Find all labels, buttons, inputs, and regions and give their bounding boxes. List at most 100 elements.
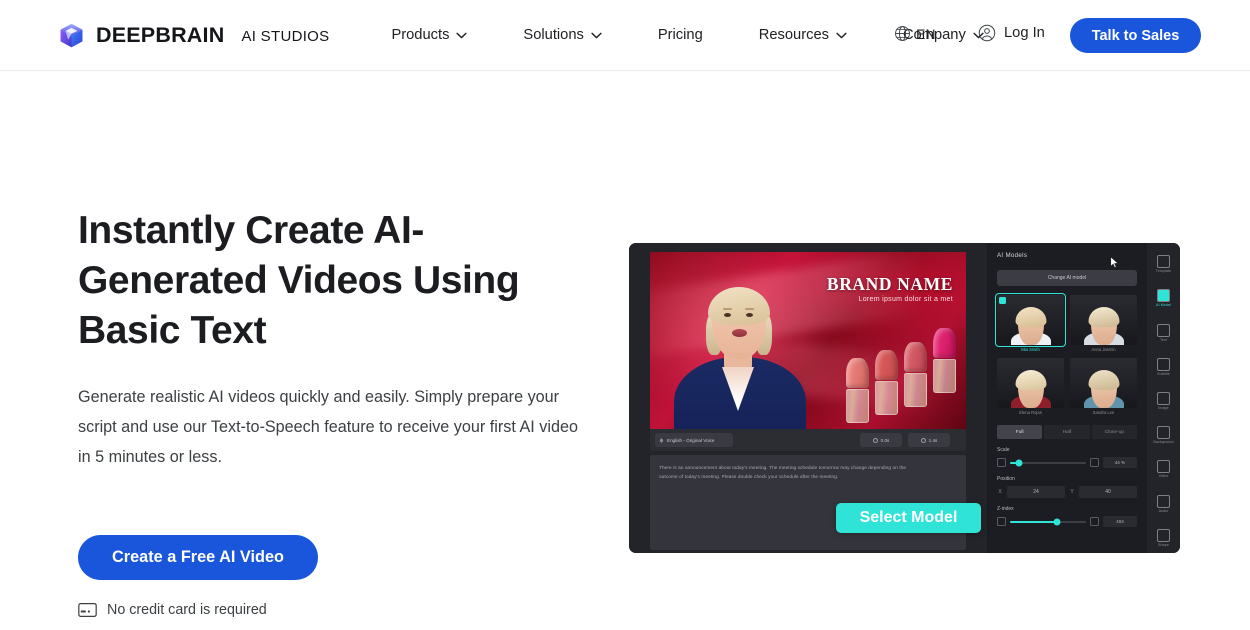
rail-label-subtitle: Subtitle xyxy=(1157,371,1170,376)
editor-canvas-area: BRAND NAME Lorem ipsum dolor sit a met E… xyxy=(629,243,987,553)
brand-logo[interactable]: DEEPBRAIN AI STUDIOS xyxy=(58,22,329,49)
selected-badge-icon xyxy=(999,297,1006,304)
ai-model-name-3: Elena Rojas xyxy=(1019,410,1042,415)
position-y-axis-label: Y xyxy=(1070,489,1074,495)
nav-item-pricing[interactable]: Pricing xyxy=(658,27,703,43)
zindex-slider[interactable] xyxy=(1010,518,1086,525)
ai-avatar-presenter xyxy=(672,263,808,429)
position-y-value[interactable]: 40 xyxy=(1079,486,1137,498)
ai-models-panel: AI Models Change AI model Mia Smith Anna… xyxy=(987,243,1147,553)
brand-subtitle: AI STUDIOS xyxy=(241,27,330,45)
rail-item-text[interactable]: Text xyxy=(1150,317,1177,347)
zindex-lock-icon[interactable] xyxy=(997,517,1006,526)
chevron-down-icon xyxy=(836,32,847,38)
zindex-value[interactable]: 404 xyxy=(1103,516,1137,527)
ai-model-icon xyxy=(1157,289,1170,303)
clock-icon xyxy=(872,437,878,443)
rail-item-background[interactable]: Background xyxy=(1150,420,1177,450)
editor-tool-rail: Template AI Model Text Subtitle Image Ba… xyxy=(1147,243,1180,553)
nav-item-solutions[interactable]: Solutions xyxy=(523,27,602,43)
framing-option-closeup[interactable]: Close-up xyxy=(1091,425,1137,439)
voice-language-label: English - Original Voice xyxy=(667,437,715,443)
ai-model-card-2[interactable]: Anna Jasmin xyxy=(1070,295,1137,352)
rail-item-subtitle[interactable]: Subtitle xyxy=(1150,352,1177,382)
rail-item-ai-model[interactable]: AI Model xyxy=(1150,283,1177,313)
create-free-ai-video-button[interactable]: Create a Free AI Video xyxy=(78,535,318,580)
mouse-cursor-icon xyxy=(1110,256,1119,269)
position-x-value[interactable]: 24 xyxy=(1007,486,1065,498)
rail-label-shape: Shape xyxy=(1158,542,1169,547)
change-ai-model-button[interactable]: Change AI model xyxy=(997,270,1137,286)
no-credit-card-label: No credit card is required xyxy=(107,602,267,618)
headline-line-2: Generated Videos Using xyxy=(78,259,520,302)
globe-icon xyxy=(895,26,910,41)
rail-item-template[interactable]: Template xyxy=(1150,249,1177,279)
hero-subcopy: Generate realistic AI videos quickly and… xyxy=(78,388,578,466)
clip-end-time-label: 1.4s xyxy=(928,437,938,443)
stage-brand-tagline: Lorem ipsum dolor sit a met xyxy=(858,296,953,303)
chevron-down-icon xyxy=(591,32,602,38)
language-label: EN xyxy=(916,25,936,42)
script-line-2: outcome of today's meeting. Please doubl… xyxy=(659,474,839,479)
framing-option-half[interactable]: Half xyxy=(1044,425,1090,439)
clip-start-time-label: 0.0s xyxy=(880,437,890,443)
login-label: Log In xyxy=(1004,25,1045,41)
subtitle-icon xyxy=(1157,357,1170,371)
hero-content: Instantly Create AI- Generated Videos Us… xyxy=(78,206,598,618)
rail-item-audio[interactable]: Audio xyxy=(1150,489,1177,519)
rail-item-video[interactable]: Video xyxy=(1150,454,1177,484)
nav-label-resources: Resources xyxy=(758,27,829,43)
scale-slider[interactable] xyxy=(1010,459,1086,466)
rail-label-text: Text xyxy=(1160,337,1167,342)
template-icon xyxy=(1157,255,1170,269)
lipstick-product xyxy=(875,350,898,415)
headline-line-3: Basic Text xyxy=(78,309,267,352)
product-demo-video[interactable]: BRAND NAME Lorem ipsum dolor sit a met E… xyxy=(629,243,1180,553)
framing-option-full[interactable]: Full xyxy=(997,425,1043,439)
lipstick-product xyxy=(846,358,869,423)
rail-label-template: Template xyxy=(1155,269,1172,274)
ai-model-card-3[interactable]: Elena Rojas xyxy=(997,358,1064,415)
editor-right-panel: AI Models Change AI model Mia Smith Anna… xyxy=(987,243,1180,553)
ai-model-card-4[interactable]: Sandra Lee xyxy=(1070,358,1137,415)
voice-icon xyxy=(659,437,664,443)
stage-toolbar: English - Original Voice 0.0s 1.4s xyxy=(650,429,966,451)
no-credit-card-note: No credit card is required xyxy=(78,602,598,618)
scale-value[interactable]: 44 % xyxy=(1103,457,1137,468)
model-framing-segmented-control: Full Half Close-up xyxy=(997,425,1137,439)
voice-language-pill[interactable]: English - Original Voice xyxy=(655,433,733,447)
position-label: Position xyxy=(997,476,1015,482)
lipstick-product xyxy=(904,342,927,407)
ai-model-name-1: Mia Smith xyxy=(1021,347,1040,352)
clip-start-time-pill[interactable]: 0.0s xyxy=(860,433,902,447)
scale-label: Scale xyxy=(997,447,1010,453)
talk-to-sales-button[interactable]: Talk to Sales xyxy=(1070,18,1201,53)
scale-lock-icon[interactable] xyxy=(997,458,1006,467)
user-circle-icon xyxy=(978,24,996,42)
chevron-down-icon xyxy=(456,32,468,38)
login-button[interactable]: Log In xyxy=(978,24,1045,42)
rail-item-image[interactable]: Image xyxy=(1150,386,1177,416)
ai-model-card-1[interactable]: Mia Smith xyxy=(995,293,1066,352)
ai-model-name-4: Sandra Lee xyxy=(1092,410,1115,415)
clock-icon xyxy=(920,437,926,443)
nav-label-products: Products xyxy=(391,27,450,43)
rail-item-shape[interactable]: Shape xyxy=(1150,523,1177,553)
scale-reset-icon[interactable] xyxy=(1090,458,1099,467)
text-icon xyxy=(1157,323,1170,337)
script-line-1: There is an announcement about today's m… xyxy=(659,465,907,470)
audio-icon xyxy=(1157,494,1170,508)
nav-item-resources[interactable]: Resources xyxy=(759,27,847,43)
nav-item-products[interactable]: Products xyxy=(391,27,468,43)
rail-label-image: Image xyxy=(1158,405,1169,410)
select-model-overlay-button[interactable]: Select Model xyxy=(836,503,981,533)
language-selector[interactable]: EN xyxy=(894,25,935,42)
zindex-reset-icon[interactable] xyxy=(1090,517,1099,526)
clip-end-time-pill[interactable]: 1.4s xyxy=(908,433,950,447)
rail-label-ai-model: AI Model xyxy=(1156,303,1171,308)
stage-brand-title: BRAND NAME xyxy=(826,274,953,294)
zindex-control: Z-index 404 xyxy=(997,506,1137,527)
rail-label-video: Video xyxy=(1158,474,1169,479)
nav-label-solutions: Solutions xyxy=(523,27,584,43)
rail-label-background: Background xyxy=(1153,440,1174,445)
